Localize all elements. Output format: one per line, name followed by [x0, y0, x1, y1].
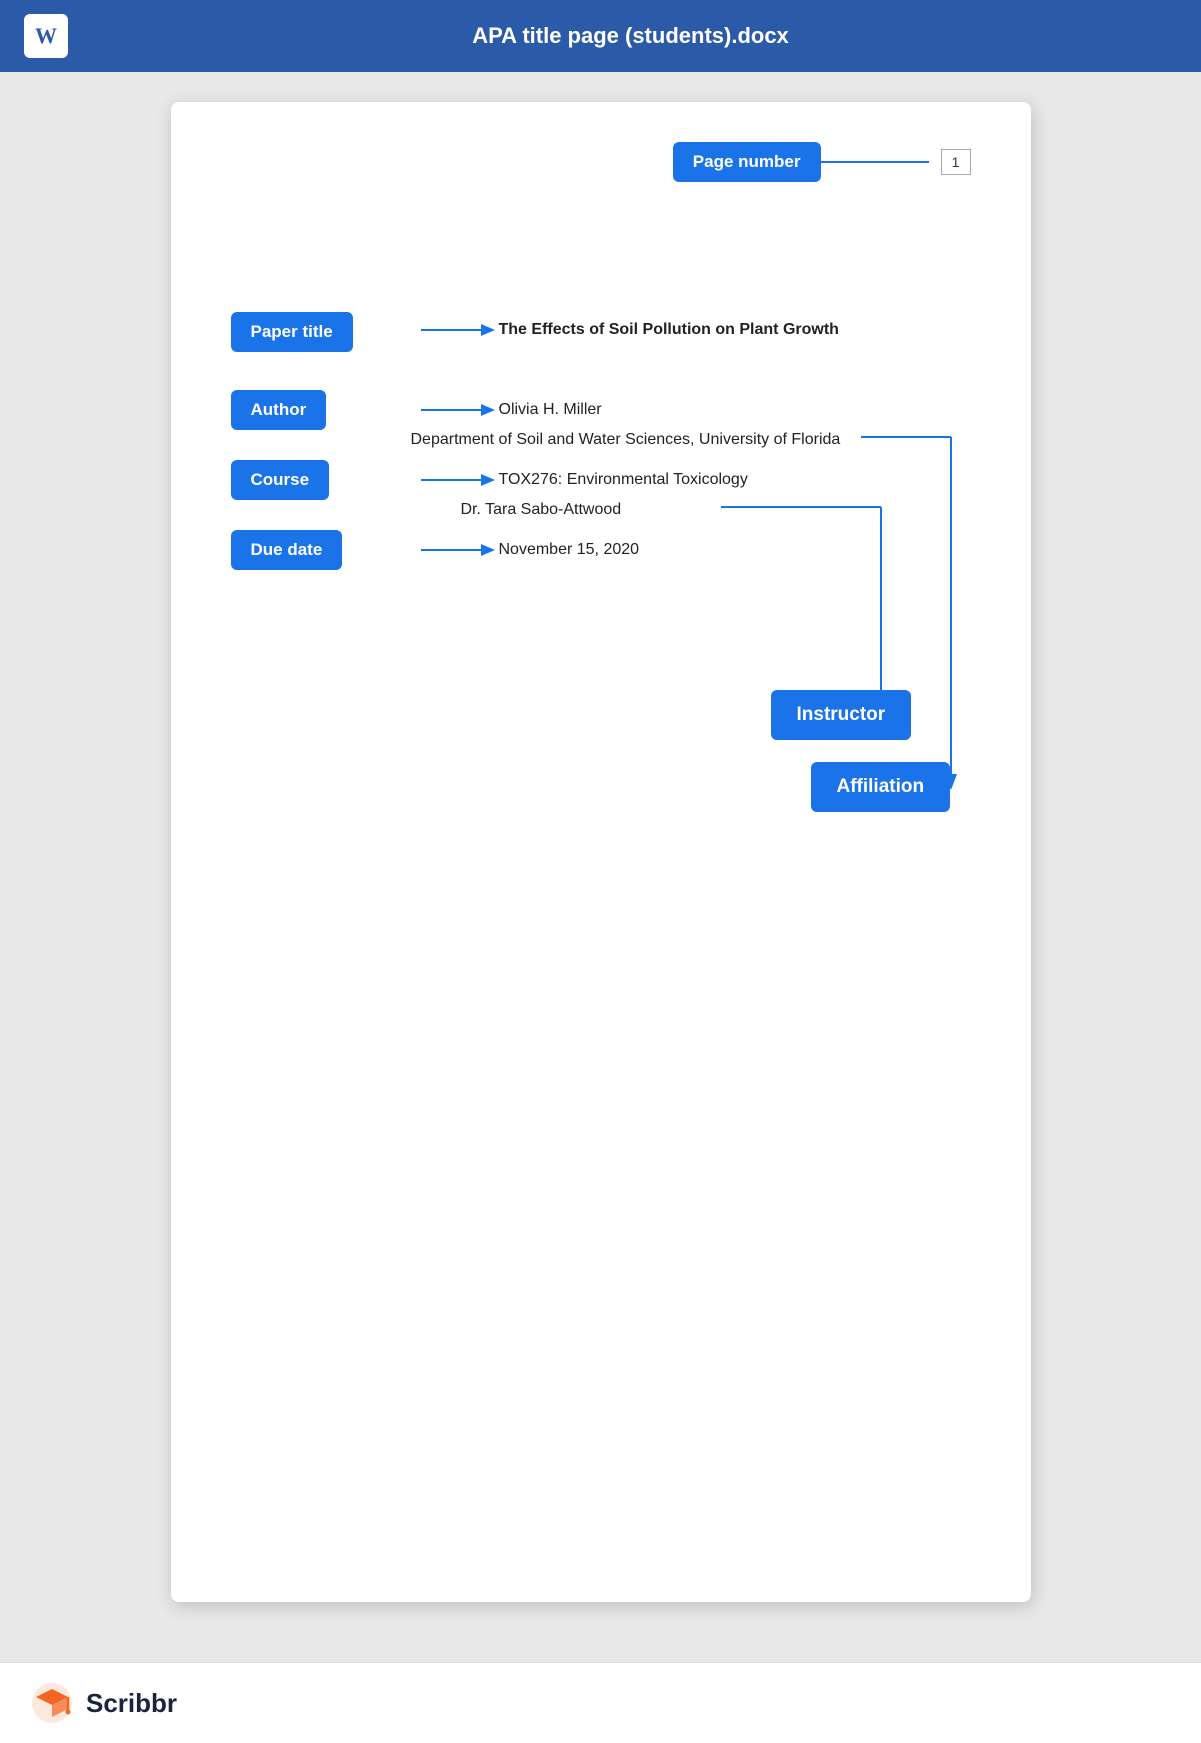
scribbr-icon: [30, 1681, 74, 1725]
affiliation-badge: Affiliation: [811, 762, 951, 812]
paper-title-text: The Effects of Soil Pollution on Plant G…: [499, 316, 839, 345]
author-text: Olivia H. Miller: [499, 396, 602, 425]
app-header: W APA title page (students).docx: [0, 0, 1201, 72]
page-number-badge: Page number: [673, 142, 821, 182]
document-title: APA title page (students).docx: [84, 23, 1177, 49]
course-badge: Course: [231, 460, 330, 500]
course-text: TOX276: Environmental Toxicology: [499, 466, 748, 495]
course-badge-container: Course: [231, 460, 330, 500]
due-date-text: November 15, 2020: [499, 536, 640, 565]
instructor-text: Dr. Tara Sabo-Attwood: [461, 496, 622, 525]
instructor-badge-container: Instructor: [771, 690, 912, 740]
page-number-area: Page number 1: [231, 142, 971, 182]
footer: Scribbr: [0, 1662, 1201, 1743]
connectors-svg: [231, 302, 971, 902]
instructor-badge: Instructor: [771, 690, 912, 740]
scribbr-logo: [30, 1681, 74, 1725]
page-number-connector: [821, 152, 941, 172]
word-icon-label: W: [35, 23, 57, 49]
affiliation-badge-container: Affiliation: [811, 762, 951, 812]
document-paper: Page number 1: [171, 102, 1031, 1602]
author-badge-container: Author: [231, 390, 327, 430]
word-icon: W: [24, 14, 68, 58]
brand-name: Scribbr: [86, 1688, 177, 1719]
affiliation-text: Department of Soil and Water Sciences, U…: [411, 426, 841, 455]
page-number-value: 1: [941, 149, 971, 175]
due-date-badge: Due date: [231, 530, 343, 570]
main-content: Page number 1: [0, 72, 1201, 1662]
paper-title-badge: Paper title: [231, 312, 353, 352]
due-date-badge-container: Due date: [231, 530, 343, 570]
paper-title-badge-container: Paper title: [231, 312, 353, 352]
author-badge: Author: [231, 390, 327, 430]
annotation-area: Paper title The Effects of Soil Pollutio…: [231, 302, 971, 902]
